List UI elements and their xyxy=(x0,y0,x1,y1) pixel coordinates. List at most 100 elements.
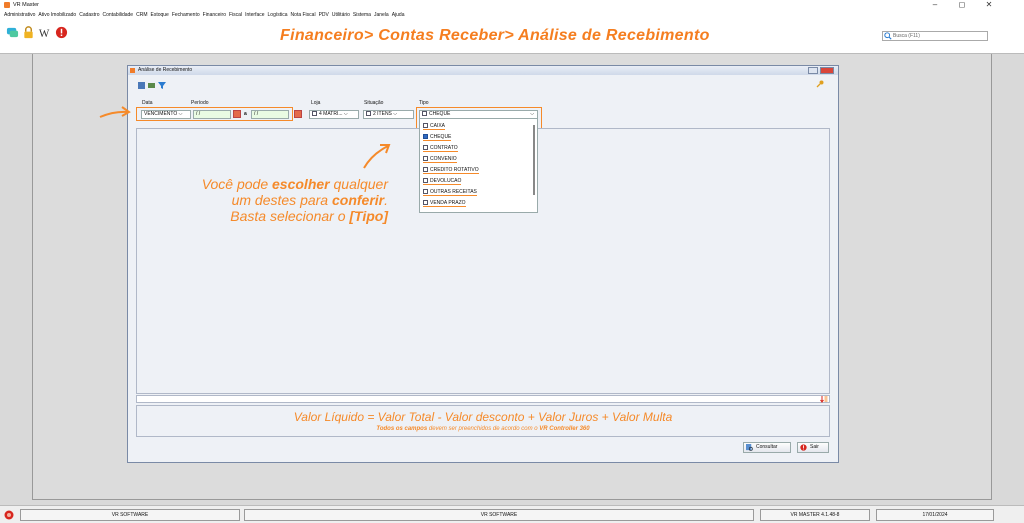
pointer-arrow-icon xyxy=(99,106,131,118)
list-item[interactable]: VENDA PRAZO xyxy=(423,200,466,207)
consultar-button[interactable]: Consultar xyxy=(743,442,791,453)
menu-cadastro[interactable]: Cadastro xyxy=(79,12,99,18)
checkbox-icon xyxy=(423,145,428,151)
tipo-dropdown-list: CAIXA CHEQUE CONTRATO CONVENIO CREDITO R… xyxy=(419,118,538,213)
status-date: 17/01/2024 xyxy=(876,509,994,521)
checkbox-icon xyxy=(423,123,428,129)
list-item[interactable]: OUTRAS RECEITAS xyxy=(423,189,477,196)
checkbox-icon xyxy=(422,111,427,117)
list-item[interactable]: DEVOLUCAO xyxy=(423,178,462,185)
key-icon[interactable] xyxy=(816,80,824,88)
situacao-select[interactable]: 2 ITENS ⌵ xyxy=(363,110,414,119)
menu-nota-fiscal[interactable]: Nota Fiscal xyxy=(291,12,316,18)
checkbox-icon xyxy=(423,156,428,162)
data-select[interactable]: VENCIMENTO ⌵ xyxy=(141,110,191,119)
menu-pdv[interactable]: PDV xyxy=(319,12,329,18)
page-title: Financeiro> Contas Receber> Análise de R… xyxy=(280,27,710,44)
formula-subtext: Todos os campos devem ser preenchidos de… xyxy=(376,426,590,432)
word-icon[interactable]: W xyxy=(38,26,51,39)
lock-icon[interactable] xyxy=(22,26,35,39)
menu-crm[interactable]: CRM xyxy=(136,12,147,18)
search-icon xyxy=(884,32,892,40)
dialog-close-button[interactable] xyxy=(820,67,834,74)
list-item[interactable]: CREDITO ROTATIVO xyxy=(423,167,479,174)
data-select-value: VENCIMENTO xyxy=(144,111,178,117)
dropdown-scrollbar[interactable] xyxy=(533,125,535,195)
search-list-icon xyxy=(746,444,753,451)
checkbox-icon xyxy=(423,200,428,206)
list-item[interactable]: CHEQUE xyxy=(423,134,452,141)
menu-fechamento[interactable]: Fechamento xyxy=(172,12,200,18)
minimize-button[interactable]: – xyxy=(928,0,942,9)
menu-estoque[interactable]: Estoque xyxy=(150,12,168,18)
periodo-start-input[interactable]: / / xyxy=(193,110,231,119)
checkbox-icon xyxy=(312,111,317,117)
results-footer-strip xyxy=(136,395,830,403)
list-item[interactable]: CONTRATO xyxy=(423,145,458,152)
checkbox-icon xyxy=(423,189,428,195)
chevron-down-icon: ⌵ xyxy=(393,111,398,117)
menu-sistema[interactable]: Sistema xyxy=(353,12,371,18)
pointer-arrow-icon xyxy=(363,144,391,169)
situacao-label: Situação xyxy=(364,100,384,106)
close-button[interactable]: ✕ xyxy=(982,0,996,9)
checkbox-icon xyxy=(366,111,371,117)
data-label: Data xyxy=(142,100,153,106)
menu-utilitario[interactable]: Utilitário xyxy=(332,12,350,18)
list-item[interactable]: CAIXA xyxy=(423,123,446,130)
loja-label: Loja xyxy=(311,100,321,106)
checkbox-icon xyxy=(423,178,428,184)
hint-annotation: Você pode escolher qualquer um destes pa… xyxy=(140,176,388,224)
tipo-label: Tipo xyxy=(419,100,429,106)
chevron-down-icon: ⌵ xyxy=(343,111,348,117)
calendar-icon[interactable] xyxy=(233,110,241,118)
menu-administrativo[interactable]: Administrativo xyxy=(4,12,35,18)
maximize-button[interactable]: ◻ xyxy=(955,0,969,9)
alert-icon[interactable] xyxy=(55,26,68,39)
hint-line-1: Você pode escolher qualquer xyxy=(201,176,388,192)
toolbar: W Financeiro> Contas Receber> Análise de… xyxy=(0,19,1024,54)
status-alert-icon[interactable] xyxy=(4,510,14,520)
dialog-title: Análise de Recebimento xyxy=(138,67,193,73)
loja-select-value: 4 MATRI... xyxy=(319,111,343,117)
hint-line-3: Basta selecionar o [Tipo] xyxy=(230,208,388,224)
hint-line-2: um destes para conferir. xyxy=(231,192,388,208)
exit-icon xyxy=(800,444,807,451)
status-bar: VR SOFTWARE VR SOFTWARE VR MASTER 4.1.48… xyxy=(0,505,1024,523)
list-item[interactable]: CONVENIO xyxy=(423,156,457,163)
chat-icon[interactable] xyxy=(6,26,19,39)
sair-button[interactable]: Sair xyxy=(797,442,829,453)
menu-logistica[interactable]: Logística xyxy=(268,12,288,18)
calendar-icon[interactable] xyxy=(294,110,302,118)
loja-select[interactable]: 4 MATRI... ⌵ xyxy=(309,110,359,119)
menu-financeiro[interactable]: Financeiro xyxy=(203,12,226,18)
checkbox-checked-icon xyxy=(423,134,428,140)
menu-fiscal[interactable]: Fiscal xyxy=(229,12,242,18)
chevron-down-icon: ⌵ xyxy=(530,111,534,117)
chevron-down-icon: ⌵ xyxy=(178,111,183,117)
title-bar: VR Master – ◻ ✕ xyxy=(0,0,1024,10)
menu-interface[interactable]: Interface xyxy=(245,12,264,18)
menu-ajuda[interactable]: Ajuda xyxy=(392,12,405,18)
export-icon[interactable] xyxy=(138,82,145,89)
app-title: VR Master xyxy=(13,2,39,8)
dialog-title-bar: Análise de Recebimento xyxy=(128,66,838,75)
menu-ativo-imobilizado[interactable]: Ativo Imobilizado xyxy=(38,12,76,18)
menu-contabilidade[interactable]: Contabilidade xyxy=(103,12,134,18)
search-input[interactable]: Busca (F11) xyxy=(882,31,988,41)
dialog-restore-button[interactable] xyxy=(808,67,818,74)
consultar-label: Consultar xyxy=(756,444,778,450)
checkbox-icon xyxy=(423,167,428,173)
filter-icon[interactable] xyxy=(158,82,166,89)
search-placeholder: Busca (F11) xyxy=(893,33,920,39)
dialog-icon xyxy=(130,68,135,73)
print-icon[interactable] xyxy=(148,83,155,88)
status-company-1: VR SOFTWARE xyxy=(20,509,240,521)
sair-label: Sair xyxy=(810,444,819,450)
menu-janela[interactable]: Janela xyxy=(374,12,389,18)
periodo-end-input[interactable]: / / xyxy=(251,110,289,119)
sort-icon[interactable] xyxy=(820,395,828,403)
status-company-2: VR SOFTWARE xyxy=(244,509,754,521)
formula-text: Valor Líquido = Valor Total - Valor desc… xyxy=(293,410,673,424)
periodo-separator: a xyxy=(244,111,247,117)
